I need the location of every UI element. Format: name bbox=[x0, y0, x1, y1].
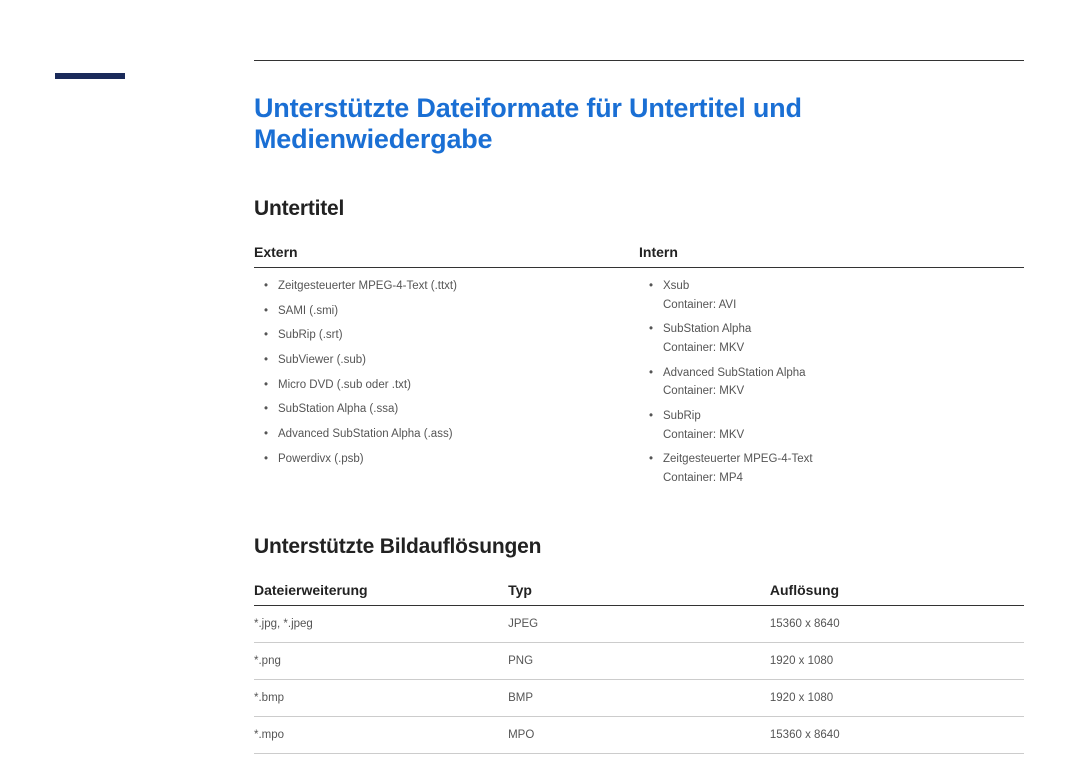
item-name: Xsub bbox=[663, 280, 689, 292]
list-item: SubViewer (.sub) bbox=[278, 352, 639, 369]
list-item: SAMI (.smi) bbox=[278, 303, 639, 320]
list-item: Advanced SubStation Alpha (.ass) bbox=[278, 426, 639, 443]
item-name: SubViewer (.sub) bbox=[278, 354, 366, 366]
item-name: SubStation Alpha bbox=[663, 323, 751, 335]
cell-res: 1920 x 1080 bbox=[770, 642, 1024, 679]
subtitles-table: Extern Intern Zeitgesteuerter MPEG-4-Tex… bbox=[254, 239, 1024, 495]
item-name: Advanced SubStation Alpha bbox=[663, 367, 806, 379]
item-name: SubRip bbox=[663, 410, 701, 422]
intern-list: Xsub Container: AVI SubStation Alpha Contai… bbox=[639, 278, 1024, 487]
list-item: SubRip (.srt) bbox=[278, 327, 639, 344]
item-name: SubStation Alpha (.ssa) bbox=[278, 403, 398, 415]
list-item: Advanced SubStation Alpha Container: MKV bbox=[663, 365, 1024, 400]
item-name: Powerdivx (.psb) bbox=[278, 453, 364, 465]
cell-type: MPO bbox=[508, 716, 770, 753]
cell-type: BMP bbox=[508, 679, 770, 716]
cell-ext: *.png bbox=[254, 642, 508, 679]
item-container: Container: MP4 bbox=[663, 470, 1024, 487]
subtitles-heading: Untertitel bbox=[254, 197, 1024, 221]
item-container: Container: MKV bbox=[663, 340, 1024, 357]
side-accent-bar bbox=[55, 73, 125, 79]
cell-ext: *.jpg, *.jpeg bbox=[254, 605, 508, 642]
cell-ext: *.mpo bbox=[254, 716, 508, 753]
table-row: *.jpg, *.jpegJPEG15360 x 8640 bbox=[254, 605, 1024, 642]
column-ext: Dateierweiterung bbox=[254, 577, 508, 606]
cell-ext: *.bmp bbox=[254, 679, 508, 716]
resolutions-table: Dateierweiterung Typ Auflösung *.jpg, *.… bbox=[254, 577, 1024, 754]
cell-res: 15360 x 8640 bbox=[770, 605, 1024, 642]
item-name: Micro DVD (.sub oder .txt) bbox=[278, 379, 411, 391]
item-container: Container: MKV bbox=[663, 427, 1024, 444]
item-name: Advanced SubStation Alpha (.ass) bbox=[278, 428, 453, 440]
list-item: Zeitgesteuerter MPEG-4-Text (.ttxt) bbox=[278, 278, 639, 295]
resolutions-heading: Unterstützte Bildauflösungen bbox=[254, 535, 1024, 559]
table-row: *.bmpBMP1920 x 1080 bbox=[254, 679, 1024, 716]
list-item: SubRip Container: MKV bbox=[663, 408, 1024, 443]
table-row: *.mpoMPO15360 x 8640 bbox=[254, 716, 1024, 753]
list-item: SubStation Alpha (.ssa) bbox=[278, 401, 639, 418]
column-type: Typ bbox=[508, 577, 770, 606]
item-name: SubRip (.srt) bbox=[278, 329, 343, 341]
item-container: Container: AVI bbox=[663, 297, 1024, 314]
column-res: Auflösung bbox=[770, 577, 1024, 606]
item-name: Zeitgesteuerter MPEG-4-Text bbox=[663, 453, 813, 465]
extern-list: Zeitgesteuerter MPEG-4-Text (.ttxt) SAMI … bbox=[254, 278, 639, 467]
page-title: Unterstützte Dateiformate für Untertitel… bbox=[254, 93, 1024, 155]
list-item: Powerdivx (.psb) bbox=[278, 451, 639, 468]
top-divider bbox=[254, 60, 1024, 61]
list-item: Xsub Container: AVI bbox=[663, 278, 1024, 313]
cell-res: 15360 x 8640 bbox=[770, 716, 1024, 753]
list-item: SubStation Alpha Container: MKV bbox=[663, 321, 1024, 356]
column-extern: Extern bbox=[254, 239, 639, 268]
cell-type: PNG bbox=[508, 642, 770, 679]
column-intern: Intern bbox=[639, 239, 1024, 268]
list-item: Zeitgesteuerter MPEG-4-Text Container: MP… bbox=[663, 451, 1024, 486]
cell-res: 1920 x 1080 bbox=[770, 679, 1024, 716]
cell-type: JPEG bbox=[508, 605, 770, 642]
item-name: SAMI (.smi) bbox=[278, 305, 338, 317]
item-name: Zeitgesteuerter MPEG-4-Text (.ttxt) bbox=[278, 280, 457, 292]
list-item: Micro DVD (.sub oder .txt) bbox=[278, 377, 639, 394]
item-container: Container: MKV bbox=[663, 383, 1024, 400]
table-row: *.pngPNG1920 x 1080 bbox=[254, 642, 1024, 679]
content-area: Unterstützte Dateiformate für Untertitel… bbox=[254, 60, 1024, 754]
